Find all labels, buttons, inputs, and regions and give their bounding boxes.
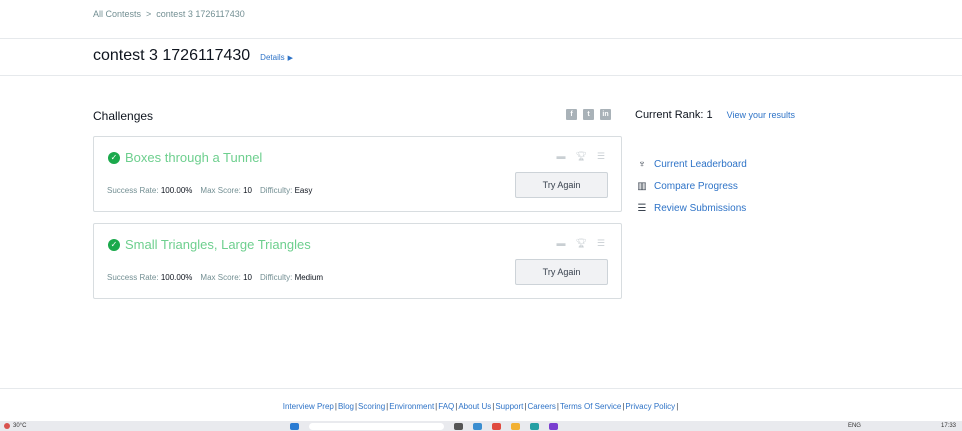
twitter-icon[interactable]: t [583, 109, 594, 120]
rank-label: Current Rank: 1 [635, 109, 713, 121]
difficulty-value: Medium [294, 273, 324, 282]
clock[interactable]: 17:33 [941, 423, 956, 429]
challenge-actions: ▬ 🏆︎ ☰ [556, 238, 605, 249]
share-icons: f t in [566, 109, 611, 120]
footer-links: Interview Prep|Blog|Scoring|Environment|… [282, 402, 679, 411]
details-link[interactable]: Details ▶ [260, 53, 293, 62]
success-rate-value: 100.00% [160, 273, 193, 282]
footer-link-faq[interactable]: FAQ [438, 402, 454, 411]
app-icon[interactable] [530, 423, 539, 430]
try-again-button[interactable]: Try Again [515, 259, 608, 285]
challenge-stats: Success Rate: 100.00% Max Score: 10 Diff… [107, 186, 312, 195]
details-label: Details [260, 53, 285, 62]
success-rate-value: 100.00% [160, 186, 193, 195]
footer-divider [0, 388, 962, 389]
solved-check-icon: ✓ [108, 238, 120, 251]
leaderboard-trophy-icon[interactable]: 🏆︎ [575, 238, 586, 249]
challenges-heading: Challenges [93, 109, 154, 123]
max-score-value: 10 [243, 273, 253, 282]
max-score-label: Max Score: [200, 186, 241, 195]
play-arrow-icon: ▶ [287, 55, 294, 62]
sidebar-item-label[interactable]: Current Leaderboard [654, 159, 747, 170]
bar-chart-icon: ▥ [637, 180, 647, 192]
challenge-stats: Success Rate: 100.00% Max Score: 10 Diff… [107, 273, 323, 282]
footer-link-interview-prep[interactable]: Interview Prep [283, 402, 334, 411]
footer-link-environment[interactable]: Environment [389, 402, 434, 411]
view-results-link[interactable]: View your results [727, 110, 795, 120]
try-again-button[interactable]: Try Again [515, 172, 608, 198]
editorial-list-icon[interactable]: ☰ [597, 238, 605, 249]
success-rate-label: Success Rate: [107, 273, 159, 282]
sidebar-item-label[interactable]: Compare Progress [654, 181, 738, 192]
footer-link-support[interactable]: Support [495, 402, 523, 411]
challenge-title[interactable]: ✓ Small Triangles, Large Triangles [108, 237, 311, 252]
footer-link-privacy[interactable]: Privacy Policy [625, 402, 675, 411]
max-score-label: Max Score: [200, 273, 241, 282]
difficulty-label: Difficulty: [260, 273, 293, 282]
weather-temp: 30°C [13, 423, 27, 429]
title-row: contest 3 1726117430 Details ▶ [93, 47, 293, 65]
linkedin-icon[interactable]: in [600, 109, 611, 120]
challenge-name[interactable]: Boxes through a Tunnel [125, 150, 262, 165]
sidebar-item-label[interactable]: Review Submissions [654, 203, 746, 214]
footer-link-blog[interactable]: Blog [338, 402, 354, 411]
success-rate-label: Success Rate: [107, 186, 159, 195]
os-taskbar: 30°C ENG 17:33 [0, 421, 962, 431]
header-divider-top [0, 38, 962, 39]
facebook-icon[interactable]: f [566, 109, 577, 120]
challenge-actions: ▬ 🏆︎ ☰ [556, 151, 605, 162]
task-view-icon[interactable] [454, 423, 463, 430]
max-score-value: 10 [243, 186, 253, 195]
sidebar-item-leaderboard[interactable]: ♆ Current Leaderboard [636, 153, 747, 175]
footer-link-about[interactable]: About Us [458, 402, 491, 411]
challenge-title[interactable]: ✓ Boxes through a Tunnel [108, 150, 262, 165]
sidebar-item-compare[interactable]: ▥ Compare Progress [636, 175, 747, 197]
trophy-icon: ♆ [638, 158, 646, 170]
footer-link-terms[interactable]: Terms Of Service [560, 402, 621, 411]
weather-icon [4, 423, 10, 429]
app-icon[interactable] [492, 423, 501, 430]
difficulty-label: Difficulty: [260, 186, 293, 195]
editorial-list-icon[interactable]: ☰ [597, 151, 605, 162]
breadcrumb-root[interactable]: All Contests [93, 9, 141, 19]
page-title: contest 3 1726117430 [93, 47, 251, 64]
header-divider-bottom [0, 75, 962, 76]
taskbar-apps [290, 423, 558, 430]
challenge-card: ✓ Boxes through a Tunnel ▬ 🏆︎ ☰ Success … [93, 136, 622, 212]
weather-widget[interactable]: 30°C [4, 423, 26, 429]
footer-link-scoring[interactable]: Scoring [358, 402, 385, 411]
solved-check-icon: ✓ [108, 151, 120, 164]
list-icon: ☰ [637, 202, 647, 214]
start-icon[interactable] [290, 423, 299, 430]
breadcrumb-separator: > [146, 9, 152, 19]
leaderboard-trophy-icon[interactable]: 🏆︎ [575, 151, 586, 162]
challenge-card: ✓ Small Triangles, Large Triangles ▬ 🏆︎ … [93, 223, 622, 299]
discussion-icon[interactable]: ▬ [556, 238, 565, 249]
footer-link-careers[interactable]: Careers [527, 402, 555, 411]
discussion-icon[interactable]: ▬ [556, 151, 565, 162]
contest-sidebar: ♆ Current Leaderboard ▥ Compare Progress… [636, 153, 747, 219]
breadcrumb-current: contest 3 1726117430 [156, 9, 245, 19]
sidebar-item-submissions[interactable]: ☰ Review Submissions [636, 197, 747, 219]
system-tray: ENG 17:33 [848, 423, 956, 429]
edge-icon[interactable] [473, 423, 482, 430]
app-icon[interactable] [549, 423, 558, 430]
folder-icon[interactable] [511, 423, 520, 430]
breadcrumb: All Contests > contest 3 1726117430 [93, 9, 245, 19]
taskbar-search[interactable] [309, 423, 444, 430]
challenge-name[interactable]: Small Triangles, Large Triangles [125, 237, 311, 252]
difficulty-value: Easy [294, 186, 313, 195]
language-indicator[interactable]: ENG [848, 423, 861, 429]
current-rank: Current Rank: 1 View your results [635, 109, 795, 121]
